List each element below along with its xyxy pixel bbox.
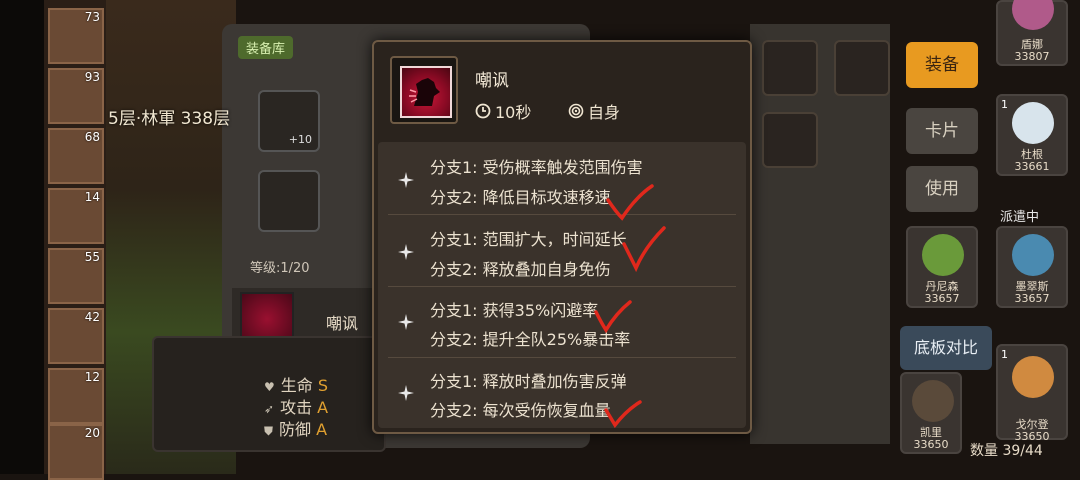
divider — [388, 214, 736, 215]
roster-level: 42 — [84, 310, 100, 324]
checkmark-icon — [606, 184, 654, 221]
equipment-slot[interactable]: +10 — [258, 90, 320, 152]
hero-card[interactable]: 1 戈尔登 33650 — [996, 344, 1068, 443]
equipment-level: 等级:1/20 — [250, 261, 310, 276]
roster-level: 55 — [84, 250, 100, 264]
compare-button[interactable]: 底板对比 — [900, 326, 992, 370]
sparkle-icon — [398, 172, 414, 188]
equip-button[interactable]: 装备 — [906, 42, 978, 88]
sword-icon: ➶ — [264, 402, 275, 416]
avatar — [1012, 102, 1054, 144]
taunt-icon — [400, 66, 452, 118]
use-button[interactable]: 使用 — [906, 166, 978, 212]
cooldown-value: 10秒 — [495, 103, 532, 122]
branch-1-option-2: 分支2: 降低目标攻速移速 — [430, 188, 611, 207]
target: 自身 — [568, 99, 620, 123]
roster-slot[interactable]: 93 — [48, 68, 104, 124]
roster-slot[interactable]: 14 — [48, 188, 104, 244]
skill-row-name: 嘲讽 — [326, 314, 359, 333]
branch-2-option-2: 分支2: 释放叠加自身免伤 — [430, 260, 611, 279]
slot-enhance-level: +10 — [288, 133, 312, 146]
roster-slot[interactable]: 73 — [48, 8, 104, 64]
branch-4-option-1: 分支1: 释放时叠加伤害反弹 — [430, 372, 627, 391]
hero-card[interactable]: 1 杜根 33661 — [996, 94, 1068, 176]
hero-card[interactable]: 墨翠斯 33657 — [996, 226, 1068, 308]
sparkle-icon — [398, 385, 414, 401]
equipment-slot[interactable] — [258, 170, 320, 232]
avatar — [1012, 0, 1054, 30]
roster-slot[interactable]: 68 — [48, 128, 104, 184]
branch-1-option-1: 分支1: 受伤概率触发范围伤害 — [430, 158, 643, 177]
roster-slot[interactable]: 12 — [48, 368, 104, 424]
hero-card[interactable]: 盾娜 33807 — [996, 0, 1068, 66]
roster-level: 12 — [84, 370, 100, 384]
roster-slot[interactable]: 20 — [48, 424, 104, 480]
branch-3-option-1: 分支1: 获得35%闪避率 — [430, 301, 599, 320]
screen-edge — [0, 0, 44, 474]
hero-rank: 1 — [1001, 98, 1008, 111]
target-value: 自身 — [588, 103, 621, 122]
skill-title: 嘲讽 — [475, 71, 509, 91]
avatar — [1012, 234, 1054, 276]
avatar — [1012, 356, 1054, 398]
stat-defense: ⛊ 防御 A — [264, 420, 328, 439]
dispatch-status: 派遣中 — [1000, 210, 1040, 225]
clock-icon — [475, 103, 491, 119]
hero-power: 33650 — [913, 438, 949, 451]
checkmark-icon — [604, 400, 642, 428]
divider — [388, 286, 736, 287]
floor-label: 5层·林軍 338层 — [108, 109, 231, 129]
divider — [388, 357, 736, 358]
roster-slot[interactable]: 42 — [48, 308, 104, 364]
cooldown: 10秒 — [475, 99, 531, 123]
equipment-slot[interactable] — [762, 40, 818, 96]
stat-attack: ➶ 攻击 A — [264, 398, 329, 417]
avatar — [922, 234, 964, 276]
roster-level: 20 — [84, 426, 100, 440]
roster-slot[interactable]: 55 — [48, 248, 104, 304]
equipment-library-tab[interactable]: 装备库 — [238, 36, 294, 59]
skill-icon-frame — [390, 56, 458, 124]
checkmark-icon — [594, 300, 632, 334]
card-button[interactable]: 卡片 — [906, 108, 978, 154]
hero-roster[interactable]: 73 93 68 14 55 42 12 20 — [44, 0, 108, 480]
checkmark-icon — [622, 226, 666, 272]
hero-count: 数量 39/44 — [970, 443, 1043, 459]
roster-level: 14 — [84, 190, 100, 204]
hero-card[interactable]: 凯里 33650 — [900, 372, 962, 454]
target-icon — [568, 103, 584, 119]
roster-level: 93 — [84, 70, 100, 84]
hero-card[interactable]: 丹尼森 33657 — [906, 226, 978, 308]
branch-4-option-2: 分支2: 每次受伤恢复血量 — [430, 401, 611, 420]
hero-power: 33657 — [924, 292, 960, 305]
branch-2-option-1: 分支1: 范围扩大，时间延长 — [430, 230, 627, 249]
roster-level: 68 — [84, 130, 100, 144]
roster-level: 73 — [84, 10, 100, 24]
equipment-slot[interactable] — [762, 112, 818, 168]
equipment-slot[interactable] — [834, 40, 890, 96]
avatar — [912, 380, 954, 422]
hero-power: 33807 — [1014, 50, 1050, 63]
hero-power: 33661 — [1014, 160, 1050, 173]
sparkle-icon — [398, 244, 414, 260]
hero-power: 33657 — [1014, 292, 1050, 305]
stat-hp: ♥ 生命 S — [264, 376, 329, 395]
shield-icon: ⛊ — [264, 424, 274, 438]
heart-icon: ♥ — [264, 380, 275, 394]
hero-rank: 1 — [1001, 348, 1008, 361]
sparkle-icon — [398, 314, 414, 330]
